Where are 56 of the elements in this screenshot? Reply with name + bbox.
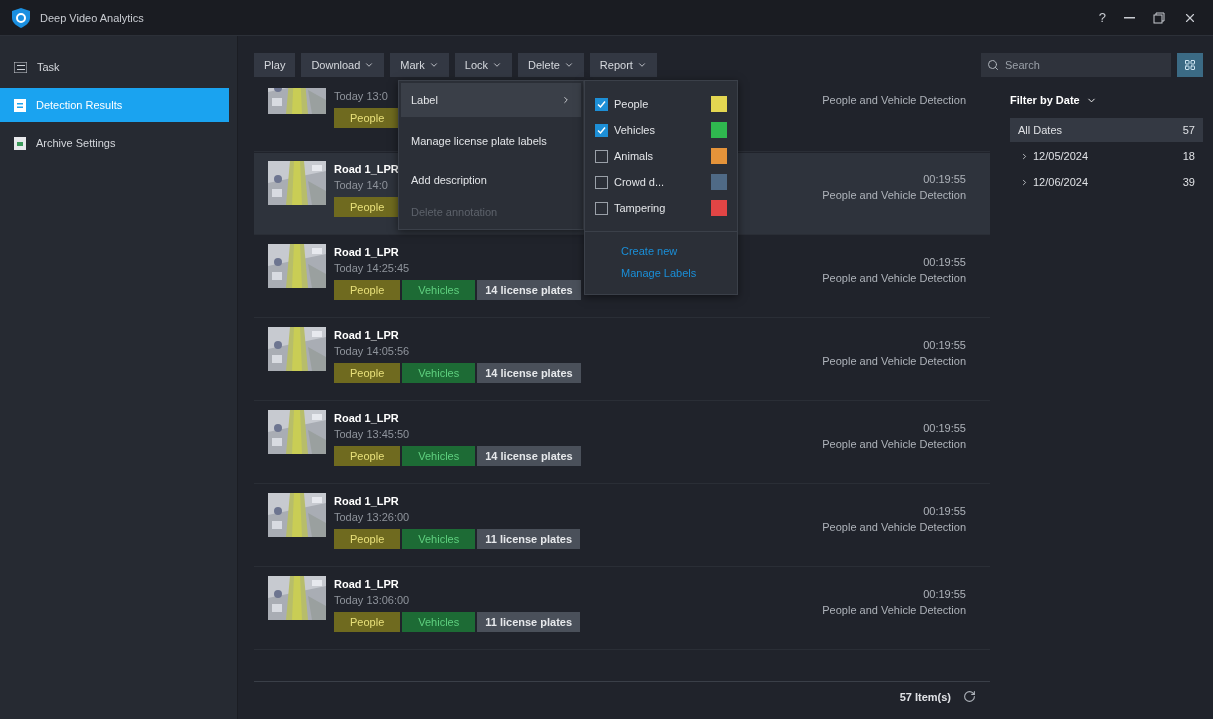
label-tag: People xyxy=(334,612,401,632)
row-title: Road 1_LPR xyxy=(334,412,399,424)
row-time: Today 13:45:50 xyxy=(334,428,410,440)
date-label: All Dates xyxy=(1018,124,1063,136)
row-detection-type: People and Vehicle Detection xyxy=(822,521,966,533)
row-title: Road 1_LPR xyxy=(334,578,399,590)
date-label: 12/06/2024 xyxy=(1033,176,1089,188)
label-tag: 14 license plates xyxy=(477,446,581,466)
label-tag: Vehicles xyxy=(402,529,476,549)
label-name: Crowd d... xyxy=(614,176,666,188)
row-duration: 00:19:55 xyxy=(923,588,966,600)
row-duration: 00:19:55 xyxy=(923,339,966,351)
label-name: Animals xyxy=(614,150,655,162)
label-tag: People xyxy=(334,108,401,128)
label-tag: Vehicles xyxy=(402,446,476,466)
label-tag: 14 license plates xyxy=(477,363,581,383)
row-detection-type: People and Vehicle Detection xyxy=(822,189,966,201)
window-title: Deep Video Analytics xyxy=(40,11,145,24)
label-tag: People xyxy=(334,529,401,549)
row-time: Today 13:06:00 xyxy=(334,594,410,606)
label-tag: People xyxy=(334,446,401,466)
row-detection-type: People and Vehicle Detection xyxy=(822,604,966,616)
row-detection-type: People and Vehicle Detection xyxy=(822,94,966,106)
row-time: Today 14:25:45 xyxy=(334,262,410,274)
label-name: Tampering xyxy=(614,202,667,214)
label-tag: Vehicles xyxy=(402,363,476,383)
date-label: 12/05/2024 xyxy=(1033,150,1089,162)
date-count: 57 xyxy=(1182,124,1195,136)
row-title: Road 1_LPR xyxy=(334,495,399,507)
label-name: People xyxy=(614,98,650,110)
date-count: 18 xyxy=(1182,150,1195,162)
row-title: Road 1_LPR xyxy=(334,163,399,175)
row-detection-type: People and Vehicle Detection xyxy=(822,355,966,367)
label-tag: People xyxy=(334,197,401,217)
row-time: Today 14:05:56 xyxy=(334,345,410,357)
label-tag: People xyxy=(334,280,401,300)
row-time: Today 13:0 xyxy=(334,90,388,102)
label-name: Vehicles xyxy=(614,124,656,136)
label-tag: 11 license plates xyxy=(477,529,581,549)
row-duration: 00:19:55 xyxy=(923,256,966,268)
date-count: 39 xyxy=(1182,176,1195,188)
label-tag: Vehicles xyxy=(402,612,476,632)
label-tag: Vehicles xyxy=(402,280,476,300)
row-detection-type: People and Vehicle Detection xyxy=(822,438,966,450)
row-duration: 00:19:55 xyxy=(923,422,966,434)
row-duration: 00:19:55 xyxy=(923,505,966,517)
row-duration: 00:19:55 xyxy=(923,173,966,185)
row-title: Road 1_LPR xyxy=(334,246,399,258)
row-time: Today 13:26:00 xyxy=(334,511,410,523)
label-tag: People xyxy=(334,363,401,383)
row-title: Road 1_LPR xyxy=(334,329,399,341)
row-detection-type: People and Vehicle Detection xyxy=(822,272,966,284)
label-tag: 11 license plates xyxy=(477,612,581,632)
item-count: 57 Item(s) xyxy=(899,690,951,703)
row-time: Today 14:0 xyxy=(334,179,388,191)
label-tag: 14 license plates xyxy=(477,280,581,300)
